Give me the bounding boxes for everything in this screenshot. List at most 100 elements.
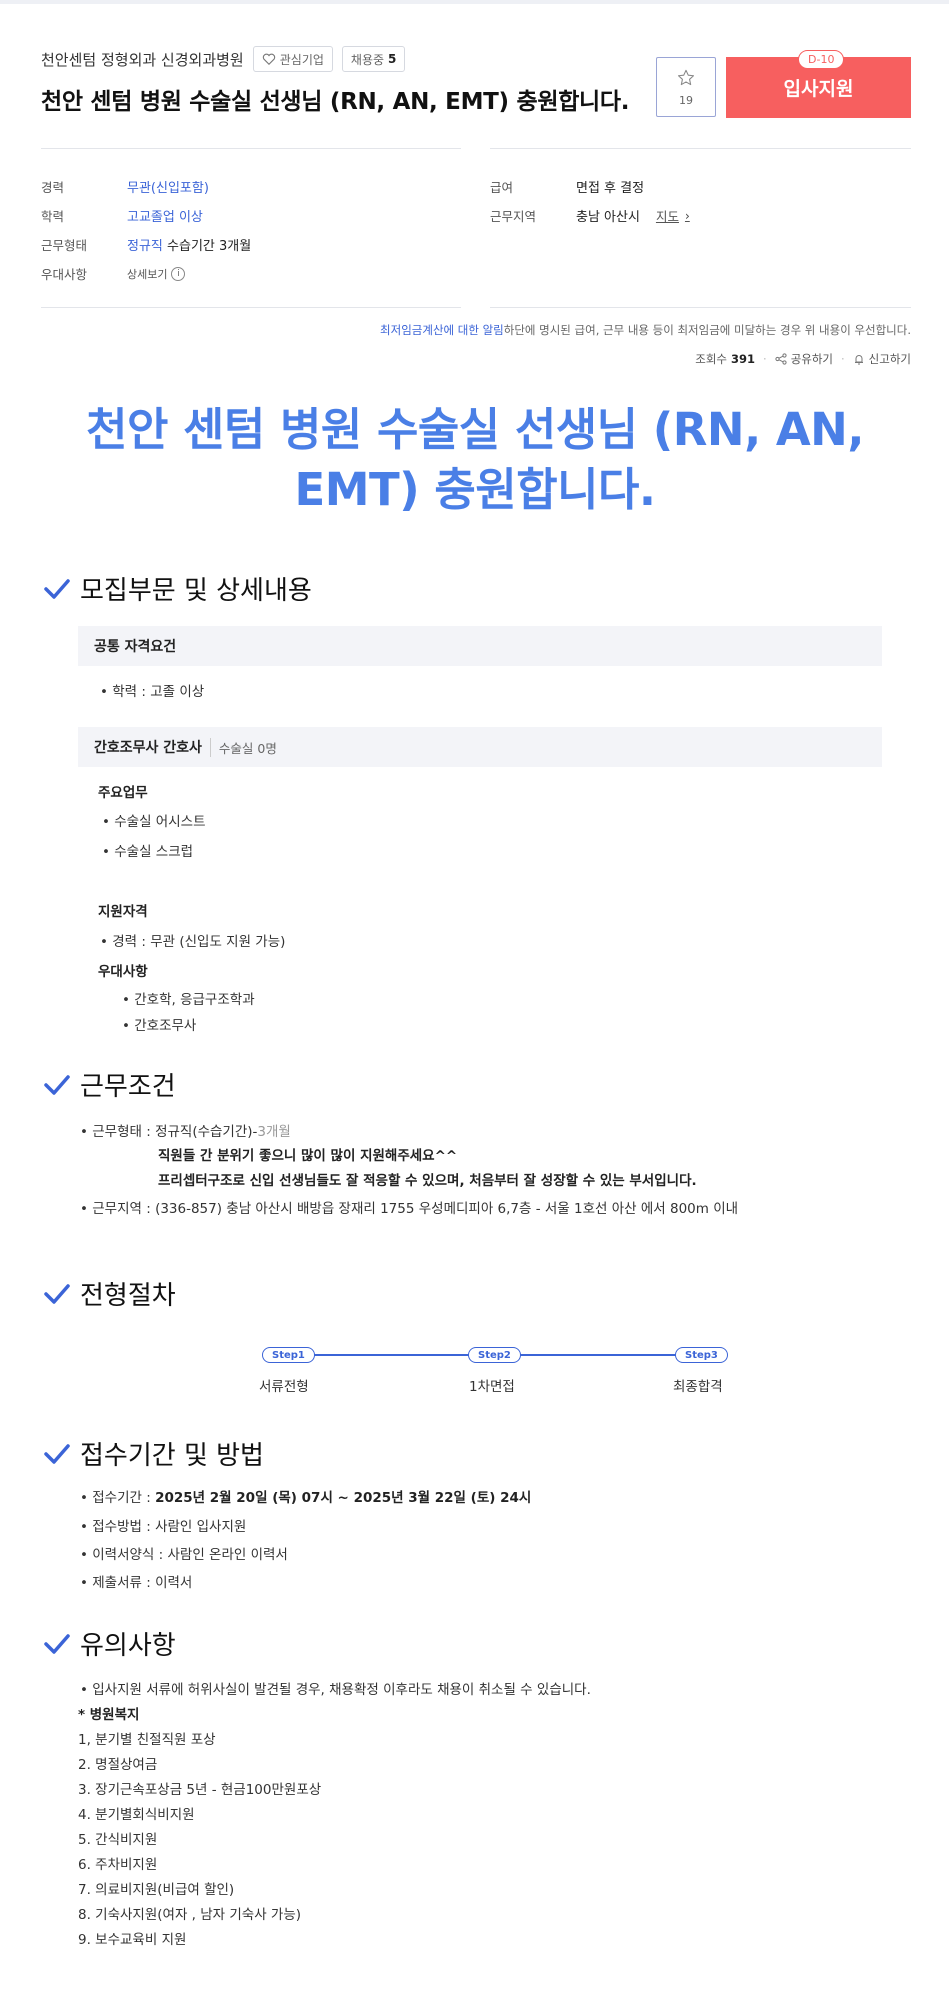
job-title: 천안 센텀 병원 수술실 선생님 (RN, AN, EMT) 충원합니다. [41, 89, 630, 115]
step-badge: Step1 [262, 1347, 315, 1363]
welfare-item: 1, 분기별 친절직원 포상 [78, 1732, 216, 1748]
apply-period-label: • 접수기간 : [80, 1490, 156, 1506]
meta-bar: 조회수 391 · 공유하기 · 신고하기 [695, 351, 911, 367]
share-label: 공유하기 [790, 352, 834, 366]
share-button[interactable]: 공유하기 [775, 351, 833, 367]
warning-line: • 입사지원 서류에 허위사실이 발견될 경우, 채용확정 이후라도 채용이 취… [80, 1682, 591, 1698]
resume-form-line: • 이력서양식 : 사람인 온라인 이력서 [80, 1547, 288, 1563]
scrap-count: 19 [679, 93, 693, 107]
star-icon [677, 69, 695, 85]
company-name-link[interactable]: 천안센텀 정형외과 신경외과병원 [41, 49, 244, 70]
preference-item: • 간호조무사 [122, 1018, 197, 1034]
documents-line: • 제출서류 : 이력서 [80, 1575, 193, 1591]
summary-salary: 급여 면접 후 결정 [490, 177, 644, 196]
view-count: 조회수 391 [695, 351, 755, 367]
section-conditions-heading: 근무조건 [44, 1066, 176, 1103]
report-button[interactable]: 신고하기 [853, 351, 911, 367]
report-label: 신고하기 [868, 352, 911, 366]
min-wage-notice: 최저임금계산에 대한 알림하단에 명시된 급여, 근무 내용 등이 최저임금에 … [380, 322, 911, 338]
location-value: 충남 아산시 [576, 210, 640, 225]
detail-big-title: 천안 센텀 병원 수술실 선생님 (RN, AN, EMT) 충원합니다. [86, 403, 864, 516]
section-process-heading: 전형절차 [44, 1275, 176, 1312]
views-label: 조회수 [695, 352, 728, 366]
company-row: 천안센텀 정형외과 신경외과병원 관심기업 채용중 5 [41, 46, 406, 72]
employment-type-link[interactable]: 정규직 [127, 239, 163, 254]
work-note-2: 프리셉터구조로 신입 선생님들도 잘 적응할 수 있으며, 처음부터 잘 성장할… [158, 1173, 697, 1189]
map-link[interactable]: 지도 › [656, 206, 690, 225]
meta-separator: · [763, 352, 767, 366]
apply-period-value: 2025년 2월 20일 (목) 07시 ~ 2025년 3월 22일 (토) … [155, 1490, 532, 1506]
work-note-1: 직원들 간 분위기 좋으니 많이 많이 지원해주세요^^ [158, 1148, 458, 1164]
welfare-heading: * 병원복지 [78, 1707, 140, 1723]
preference-detail-button[interactable]: 상세보기 i [127, 266, 186, 282]
min-wage-link[interactable]: 최저임금계산에 대한 알림 [380, 323, 504, 337]
section-apply-title: 접수기간 및 방법 [80, 1441, 264, 1471]
bell-icon [854, 355, 863, 365]
duty-item: • 수술실 스크럽 [102, 844, 194, 860]
duties-heading: 주요업무 [98, 785, 148, 801]
step-label: 서류전형 [259, 1379, 309, 1395]
welfare-item: 8. 기숙사지원(여자 , 남자 기숙사 가능) [78, 1907, 302, 1923]
preference-heading: 우대사항 [98, 964, 148, 980]
check-icon [44, 1443, 70, 1464]
welfare-item: 3. 장기근속포상금 5년 - 현금100만원포상 [78, 1782, 322, 1798]
work-type-text: • 근무형태 : 정규직(수습기간)- [80, 1124, 258, 1140]
hiring-count-chip[interactable]: 채용중 5 [341, 46, 406, 72]
summary-employment-type: 근무형태 정규직 수습기간 3개월 [41, 235, 251, 254]
section-apply-heading: 접수기간 및 방법 [44, 1435, 264, 1472]
summary-top-rule-left [41, 148, 461, 149]
dday-badge: D-10 [798, 50, 845, 69]
work-type-line: • 근무형태 : 정규직(수습기간)-3개월 [80, 1120, 291, 1140]
location-label: 근무지역 [490, 209, 537, 224]
summary-top-rule-right [490, 148, 911, 149]
preference-item: • 간호학, 응급구조학과 [122, 992, 255, 1008]
summary-education: 학력 고교졸업 이상 [41, 206, 203, 225]
favorite-label: 관심기업 [279, 52, 324, 67]
top-divider [0, 0, 949, 4]
duty-item: • 수술실 어시스트 [102, 814, 206, 830]
common-requirements-bar: 공통 자격요건 [78, 626, 882, 666]
min-wage-text: 하단에 명시된 급여, 근무 내용 등이 최저임금에 미달하는 경우 위 내용이… [503, 323, 911, 337]
welfare-item: 2. 명절상여금 [78, 1757, 158, 1773]
hiring-label: 채용중 [350, 52, 385, 67]
education-label: 학력 [41, 209, 65, 224]
common-education-item: • 학력 : 고졸 이상 [100, 684, 205, 700]
welfare-item: 7. 의료비지원(비급여 할인) [78, 1882, 235, 1898]
info-icon: i [171, 266, 186, 281]
step-label: 최종합격 [673, 1379, 723, 1395]
scrap-button[interactable]: 19 [656, 57, 716, 117]
welfare-item: 5. 간식비지원 [78, 1832, 158, 1848]
section-recruit-title: 모집부문 및 상세내용 [80, 576, 312, 606]
favorite-company-button[interactable]: 관심기업 [252, 46, 333, 72]
qualification-heading: 지원자격 [98, 904, 148, 920]
section-notes-heading: 유의사항 [44, 1625, 176, 1662]
share-icon [775, 353, 787, 365]
apply-method-line: • 접수방법 : 사람인 입사지원 [80, 1519, 247, 1535]
section-process-title: 전형절차 [80, 1281, 176, 1311]
hiring-count: 5 [388, 52, 397, 66]
work-location-line: • 근무지역 : (336-857) 충남 아산시 배방읍 장재리 1755 우… [80, 1201, 739, 1217]
preference-label: 우대사항 [41, 267, 88, 282]
welfare-item: 6. 주차비지원 [78, 1857, 158, 1873]
check-icon [44, 578, 70, 599]
common-requirements-title: 공통 자격요건 [94, 639, 177, 655]
summary-bottom-rule-right [490, 307, 911, 308]
section-notes-title: 유의사항 [80, 1631, 176, 1661]
salary-value: 면접 후 결정 [576, 181, 645, 196]
welfare-item: 4. 분기별회식비지원 [78, 1807, 195, 1823]
heart-icon [262, 53, 275, 66]
role-subtitle: 수술실 0명 [209, 737, 277, 757]
work-type-period: 3개월 [257, 1124, 291, 1140]
step-label: 1차면접 [469, 1379, 515, 1395]
apply-period-line: • 접수기간 : 2025년 2월 20일 (목) 07시 ~ 2025년 3월… [80, 1486, 531, 1506]
section-recruit-heading: 모집부문 및 상세내용 [44, 570, 312, 607]
experience-value[interactable]: 무관(신입포함) [127, 177, 209, 196]
step-badge: Step2 [468, 1347, 521, 1363]
map-link-label: 지도 [655, 209, 679, 224]
section-conditions-title: 근무조건 [80, 1072, 176, 1102]
preference-detail-label: 상세보기 [127, 267, 168, 281]
check-icon [44, 1283, 70, 1304]
education-value[interactable]: 고교졸업 이상 [127, 206, 203, 225]
role-title: 간호조무사 간호사 [94, 740, 202, 756]
summary-location: 근무지역 충남 아산시 지도 › [490, 206, 690, 226]
